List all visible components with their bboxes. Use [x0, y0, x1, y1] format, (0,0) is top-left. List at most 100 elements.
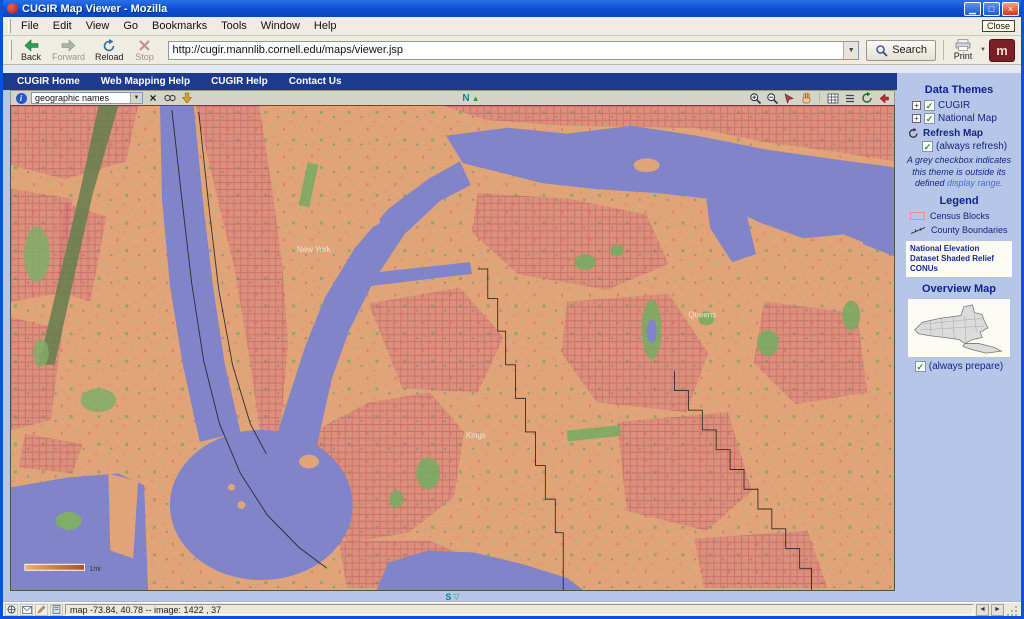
always-refresh-row[interactable]: (always refresh) — [922, 141, 1018, 152]
location-bar: ▼ — [167, 40, 860, 60]
ny-state-outline — [914, 304, 1003, 354]
printer-icon — [955, 39, 971, 51]
down-arrow-icon — [181, 92, 193, 104]
magnifier-plus-icon — [749, 92, 761, 104]
always-prepare-checkbox[interactable] — [914, 361, 926, 373]
theme-row-cugir[interactable]: CUGIR — [912, 100, 1018, 111]
resize-grip[interactable] — [1006, 604, 1019, 616]
label-queens: Queens — [688, 310, 716, 319]
display-range-link[interactable]: display range. — [947, 178, 1003, 188]
hand-icon — [802, 92, 811, 104]
cugir-checkbox[interactable] — [924, 100, 935, 111]
theme-row-national-map[interactable]: National Map — [912, 113, 1018, 124]
menu-window[interactable]: Window — [254, 19, 307, 33]
forward-button[interactable]: Forward — [47, 38, 90, 62]
clear-selection-icon[interactable] — [146, 92, 160, 105]
url-dropdown-button[interactable]: ▼ — [843, 41, 859, 59]
legend-item-ned-shaded-relief: National Elevation Dataset Shaded Relief… — [906, 241, 1012, 278]
refresh-view-icon[interactable] — [860, 92, 874, 105]
overview-map[interactable] — [908, 299, 1010, 358]
north-indicator: N ▲ — [462, 93, 479, 104]
always-prepare-row[interactable]: (always prepare) — [900, 361, 1018, 373]
navigation-toolbar: Back Forward Reload Stop ▼ Search Print … — [3, 36, 1021, 65]
nav-web-mapping-help[interactable]: Web Mapping Help — [95, 76, 205, 87]
mail-component-icon[interactable] — [20, 603, 33, 616]
stop-button[interactable]: Stop — [129, 39, 161, 62]
maximize-button[interactable]: □ — [983, 1, 1000, 16]
page-top-margin — [3, 65, 1021, 73]
menu-view[interactable]: View — [79, 19, 117, 33]
back-label: Back — [20, 51, 41, 62]
menu-edit[interactable]: Edit — [46, 19, 79, 33]
back-extent-icon[interactable] — [877, 92, 891, 105]
mozilla-app-icon — [7, 3, 18, 14]
nav-cugir-home[interactable]: CUGIR Home — [11, 76, 95, 87]
toolbar-grippy[interactable] — [9, 39, 12, 61]
search-label: Search — [892, 44, 928, 56]
pointer-icon — [784, 92, 794, 104]
north-arrow-icon[interactable]: ▲ — [472, 94, 480, 103]
composer-component-icon[interactable] — [35, 603, 48, 616]
table-view-icon[interactable] — [826, 92, 840, 105]
menu-go[interactable]: Go — [116, 19, 145, 33]
zoom-in-icon[interactable] — [748, 92, 762, 105]
always-refresh-checkbox[interactable] — [922, 141, 933, 152]
print-label: Print — [953, 51, 973, 61]
url-input[interactable] — [168, 41, 844, 59]
stop-label: Stop — [135, 51, 154, 62]
nav-cugir-help[interactable]: CUGIR Help — [205, 76, 283, 87]
chevron-down-icon[interactable]: ▼ — [130, 93, 142, 103]
grey-checkbox-note: A grey checkbox indicates this theme is … — [904, 155, 1014, 190]
expand-icon[interactable] — [912, 114, 921, 123]
zoom-full-extent-icon[interactable] — [180, 92, 194, 105]
forward-label: Forward — [52, 51, 86, 62]
search-button[interactable]: Search — [866, 39, 937, 61]
back-button[interactable]: Back — [15, 38, 47, 62]
forward-arrow-icon — [61, 38, 76, 52]
mozilla-throbber-icon[interactable]: m — [989, 38, 1015, 62]
legend-county-label: County Boundaries — [931, 225, 1008, 236]
refresh-icon — [908, 128, 918, 138]
info-icon[interactable] — [14, 92, 28, 105]
map-toolbar: geographic names ▼ N ▲ — [10, 90, 895, 105]
zoom-out-icon[interactable] — [765, 92, 779, 105]
navigator-component-icon[interactable] — [5, 603, 18, 616]
status-bar: map -73.84, 40.78 -- image: 1422 , 37 ◄ … — [3, 602, 1021, 616]
legend-list-icon[interactable] — [843, 92, 857, 105]
identify-icon[interactable] — [782, 92, 796, 105]
menu-help[interactable]: Help — [307, 19, 344, 33]
sidebar: Data Themes CUGIR National Map Refresh M… — [897, 73, 1021, 602]
list-icon — [846, 94, 854, 102]
reload-button[interactable]: Reload — [90, 38, 129, 62]
south-arrow-icon[interactable]: ▽ — [453, 592, 459, 601]
map-canvas[interactable]: New York Queens Kings 1mi — [11, 106, 894, 590]
menu-tools[interactable]: Tools — [214, 19, 254, 33]
toolbar-grippy[interactable] — [8, 19, 11, 33]
national-map-checkbox[interactable] — [924, 113, 935, 124]
menu-file[interactable]: File — [14, 19, 46, 33]
census-blocks-swatch — [910, 212, 925, 221]
find-icon[interactable] — [163, 92, 177, 105]
title-bar[interactable]: CUGIR Map Viewer - Mozilla ▁ □ × — [3, 0, 1021, 17]
menu-bookmarks[interactable]: Bookmarks — [145, 19, 214, 33]
scroll-right-icon[interactable]: ► — [991, 603, 1004, 616]
window-title: CUGIR Map Viewer - Mozilla — [22, 2, 168, 15]
print-button[interactable]: Print — [947, 39, 979, 61]
layer-select[interactable]: geographic names ▼ — [31, 92, 143, 104]
close-button[interactable]: × — [1002, 1, 1019, 16]
minimize-button[interactable]: ▁ — [964, 1, 981, 16]
reload-label: Reload — [95, 51, 124, 62]
refresh-map-link[interactable]: Refresh Map — [908, 128, 1018, 139]
scroll-left-icon[interactable]: ◄ — [976, 603, 989, 616]
expand-icon[interactable] — [912, 101, 921, 110]
print-dropdown-arrow[interactable]: ▼ — [980, 47, 986, 53]
site-nav-bar: CUGIR Home Web Mapping Help CUGIR Help C… — [3, 73, 897, 90]
pan-icon[interactable] — [799, 92, 813, 105]
addressbook-component-icon[interactable] — [50, 603, 63, 616]
south-label: S — [445, 591, 452, 602]
north-label: N — [462, 92, 470, 104]
reload-icon — [103, 38, 115, 51]
map-column: CUGIR Home Web Mapping Help CUGIR Help C… — [3, 73, 897, 602]
nav-contact-us[interactable]: Contact Us — [283, 76, 357, 87]
always-prepare-label: (always prepare) — [928, 361, 1004, 373]
